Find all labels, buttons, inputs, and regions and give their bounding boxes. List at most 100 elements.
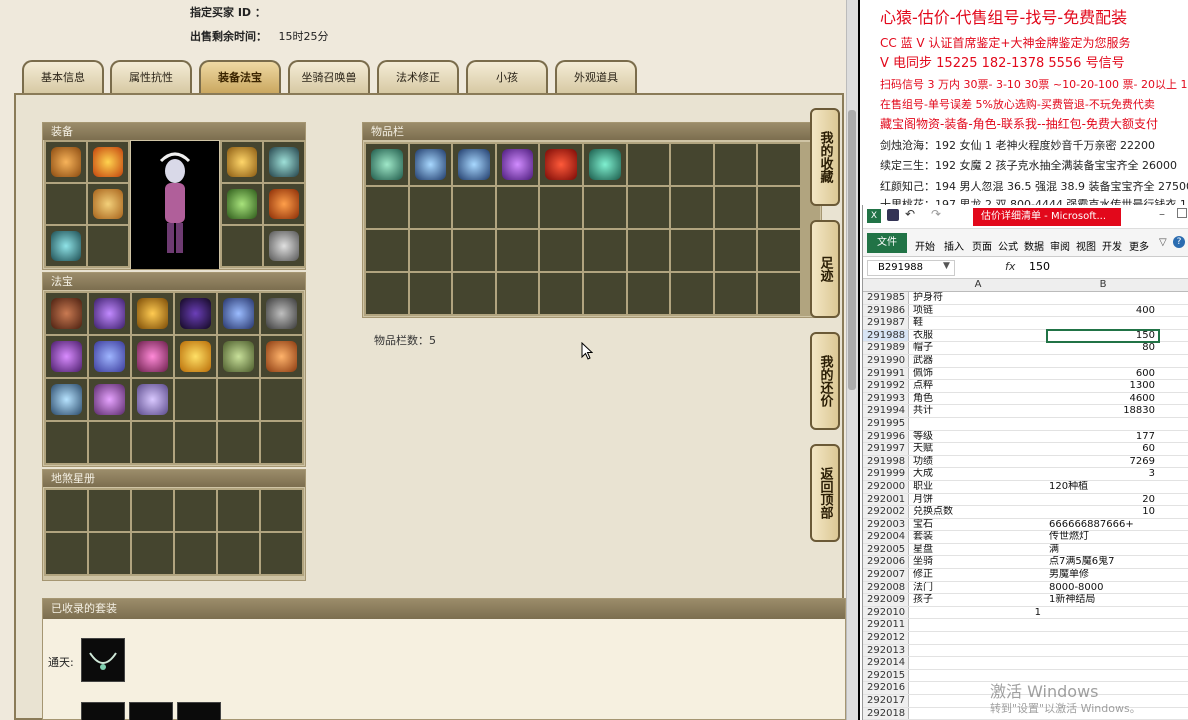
equip-slot-accessory[interactable] bbox=[264, 226, 304, 266]
bag-slot-empty[interactable] bbox=[366, 273, 408, 314]
fabao-slot[interactable] bbox=[261, 336, 302, 377]
row-number[interactable]: 291999 bbox=[863, 468, 909, 480]
bag-slot-empty[interactable] bbox=[496, 230, 539, 271]
set-item[interactable] bbox=[177, 702, 221, 720]
fabao-slot-empty[interactable] bbox=[218, 422, 259, 463]
bag-slot-empty[interactable] bbox=[540, 187, 582, 228]
row-number[interactable]: 292001 bbox=[863, 493, 909, 506]
fabao-slot-empty[interactable] bbox=[261, 422, 302, 463]
star-slot[interactable] bbox=[46, 490, 87, 531]
row-number[interactable]: 292008 bbox=[863, 581, 909, 594]
bag-slot-empty[interactable] bbox=[366, 187, 408, 228]
bag-slot-empty[interactable] bbox=[583, 187, 626, 228]
fabao-slot-empty[interactable] bbox=[89, 422, 130, 463]
row-number[interactable]: 291989 bbox=[863, 342, 909, 354]
my-favorites-button[interactable]: 我的收藏 bbox=[810, 108, 840, 206]
ribbon-tab[interactable]: 页面 bbox=[972, 238, 992, 253]
bag-slot-empty[interactable] bbox=[627, 144, 670, 185]
row-number[interactable]: 291993 bbox=[863, 392, 909, 405]
row-number[interactable]: 292010 bbox=[863, 606, 909, 619]
fabao-slot[interactable] bbox=[89, 293, 130, 334]
maximize-icon[interactable] bbox=[1177, 208, 1187, 218]
equip-slot-empty[interactable] bbox=[46, 184, 86, 224]
bag-slot-empty[interactable] bbox=[758, 273, 800, 314]
tab-attributes[interactable]: 属性抗性 bbox=[110, 60, 192, 94]
ribbon-tab[interactable]: 视图 bbox=[1076, 238, 1096, 253]
row-number[interactable]: 292014 bbox=[863, 657, 909, 669]
cell-b[interactable]: 177 bbox=[1047, 431, 1159, 444]
star-slot[interactable] bbox=[218, 490, 259, 531]
star-slot[interactable] bbox=[132, 533, 173, 574]
bag-slot-empty[interactable] bbox=[671, 273, 713, 314]
row-number[interactable]: 292016 bbox=[863, 682, 909, 694]
fabao-slot[interactable] bbox=[132, 336, 173, 377]
tab-child[interactable]: 小孩 bbox=[466, 60, 548, 94]
fabao-slot[interactable] bbox=[132, 293, 173, 334]
row-number[interactable]: 292002 bbox=[863, 506, 909, 518]
row-number[interactable]: 291994 bbox=[863, 405, 909, 417]
bag-slot-empty[interactable] bbox=[453, 273, 495, 314]
equip-slot-ring[interactable] bbox=[222, 184, 262, 224]
row-number[interactable]: 292005 bbox=[863, 543, 909, 556]
cell-b[interactable]: 3 bbox=[1047, 468, 1159, 481]
cell-b[interactable]: 男魔单修 bbox=[1047, 569, 1159, 582]
back-to-top-button[interactable]: 返回顶部 bbox=[810, 444, 840, 542]
bag-slot-empty[interactable] bbox=[758, 144, 800, 185]
fabao-slot-empty[interactable] bbox=[261, 379, 302, 420]
equip-slot-armor[interactable] bbox=[88, 184, 128, 224]
row-number[interactable]: 291990 bbox=[863, 354, 909, 367]
spreadsheet-row[interactable]: 291995 bbox=[863, 417, 1188, 431]
row-number[interactable]: 292007 bbox=[863, 569, 909, 581]
row-number[interactable]: 292012 bbox=[863, 632, 909, 644]
spreadsheet-row[interactable]: 292005 星盘满 bbox=[863, 543, 1188, 557]
ribbon-tab[interactable]: 数据 bbox=[1024, 238, 1044, 253]
cell-b[interactable]: 80 bbox=[1047, 342, 1159, 355]
star-slot[interactable] bbox=[261, 533, 302, 574]
spreadsheet-row[interactable]: 291993 角色 4600 bbox=[863, 392, 1188, 406]
star-slot[interactable] bbox=[89, 533, 130, 574]
fabao-slot[interactable] bbox=[46, 379, 87, 420]
spreadsheet-row[interactable]: 292002 兑换点数 10 bbox=[863, 506, 1188, 519]
minimize-icon[interactable]: – bbox=[1159, 207, 1165, 221]
set-item[interactable] bbox=[81, 702, 125, 720]
row-number[interactable]: 292009 bbox=[863, 594, 909, 606]
cell-a[interactable]: 宝石 bbox=[911, 519, 1045, 532]
spreadsheet-row[interactable]: 292006 坐骑 点7满5魔6鬼7 bbox=[863, 556, 1188, 570]
equip-slot-shoes[interactable] bbox=[264, 184, 304, 224]
cell-a[interactable]: 兑换点数 bbox=[911, 506, 1045, 519]
equip-slot-necklace[interactable] bbox=[46, 226, 86, 266]
bag-slot-empty[interactable] bbox=[714, 273, 757, 314]
bag-slot-empty[interactable] bbox=[583, 230, 626, 271]
fabao-slot[interactable] bbox=[132, 379, 173, 420]
cell-b[interactable]: 传世燃灯 bbox=[1047, 531, 1159, 544]
cell-a[interactable]: 修正 bbox=[911, 569, 1045, 582]
cell-b[interactable]: 150 bbox=[1046, 328, 1160, 344]
cell-b[interactable]: 400 bbox=[1047, 305, 1159, 318]
star-slot[interactable] bbox=[132, 490, 173, 531]
my-counteroffer-button[interactable]: 我的还价 bbox=[810, 332, 840, 430]
fabao-slot-empty[interactable] bbox=[175, 379, 216, 420]
row-number[interactable]: 291985 bbox=[863, 292, 909, 304]
bag-slot-empty[interactable] bbox=[627, 230, 670, 271]
undo-icon[interactable]: ↶ bbox=[905, 207, 915, 221]
star-slot[interactable] bbox=[46, 533, 87, 574]
equip-slot-helm[interactable] bbox=[222, 142, 262, 182]
fabao-slot-empty[interactable] bbox=[132, 422, 173, 463]
spreadsheet-row[interactable]: 292004 套装 传世燃灯 bbox=[863, 531, 1188, 544]
bag-slot-empty[interactable] bbox=[409, 187, 452, 228]
spreadsheet-row[interactable]: 291986 项链 400 bbox=[863, 304, 1188, 318]
spreadsheet-row[interactable]: 291997 天赋 60 bbox=[863, 443, 1188, 456]
row-number[interactable]: 291987 bbox=[863, 317, 909, 329]
star-slot[interactable] bbox=[175, 533, 216, 574]
set-item[interactable] bbox=[81, 638, 125, 682]
spreadsheet-row[interactable]: 292011 bbox=[863, 619, 1188, 633]
row-number[interactable]: 292011 bbox=[863, 619, 909, 632]
ribbon-tab[interactable]: 开始 bbox=[915, 238, 935, 253]
ribbon-tab[interactable]: 审阅 bbox=[1050, 238, 1070, 253]
star-slot[interactable] bbox=[218, 533, 259, 574]
spreadsheet-row[interactable]: 292008 法门 8000-8000 bbox=[863, 581, 1188, 595]
cell-b[interactable]: 8000-8000 bbox=[1047, 582, 1159, 595]
row-number[interactable]: 292013 bbox=[863, 644, 909, 657]
bag-slot-empty[interactable] bbox=[671, 230, 713, 271]
cell-a[interactable]: 佩饰 bbox=[911, 368, 1045, 381]
